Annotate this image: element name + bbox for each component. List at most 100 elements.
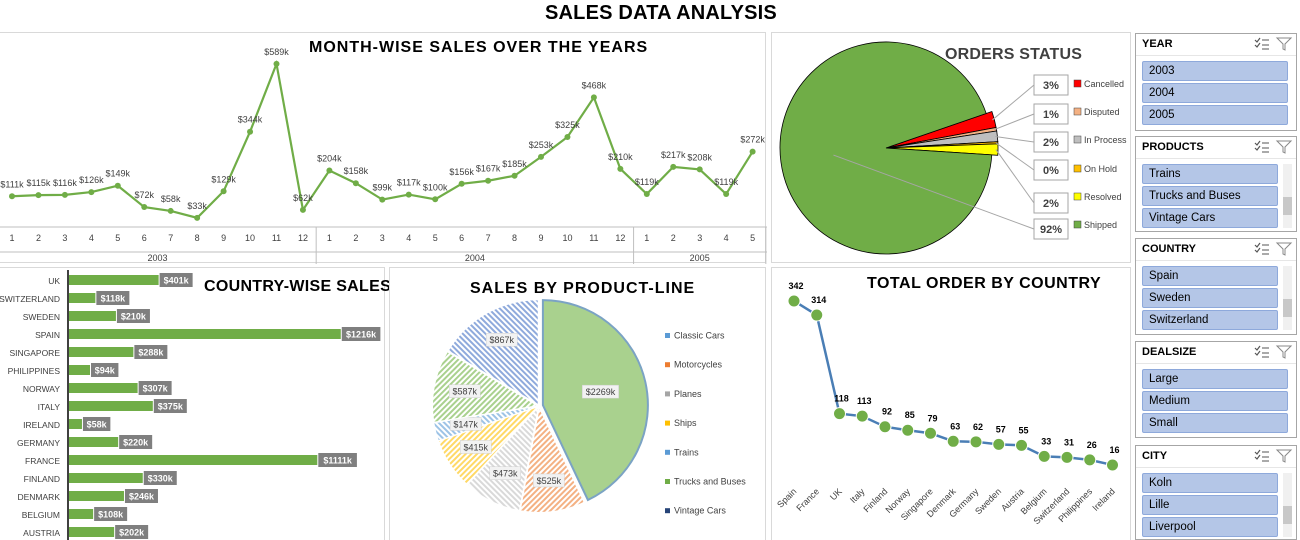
country-tick-label: SWITZERLAND: [0, 294, 60, 304]
clear-filter-icon[interactable]: [1275, 242, 1293, 256]
monthly-tick-label: 1: [327, 233, 332, 243]
multi-select-icon[interactable]: [1254, 140, 1270, 154]
multi-select-icon[interactable]: [1254, 242, 1270, 256]
monthly-sales-label: $210k: [608, 152, 633, 162]
monthly-sales-point: [273, 60, 280, 67]
orders-legend-swatch: [1073, 135, 1082, 144]
product-legend-swatch: [665, 333, 670, 338]
country-data-label: $220k: [123, 438, 149, 448]
country-bar: [69, 473, 143, 483]
country-tick-label: AUSTRIA: [23, 528, 60, 538]
slicer-item[interactable]: Liverpool: [1142, 517, 1278, 537]
slicer-item[interactable]: Vintage Cars: [1142, 208, 1278, 228]
slicer-item[interactable]: 2005: [1142, 105, 1288, 125]
product-legend-swatch: [665, 420, 670, 426]
country-bar: [69, 527, 115, 537]
slicer-item[interactable]: Large: [1142, 369, 1288, 389]
country-tick-label: FRANCE: [25, 456, 60, 466]
monthly-tick-label: 10: [245, 233, 255, 243]
orders-legend-swatch: [1073, 107, 1082, 116]
slicer-scroll-thumb[interactable]: [1283, 197, 1292, 215]
product-slice-label: $415k: [464, 442, 489, 452]
orders-country-point: [1037, 449, 1051, 463]
orders-leader-line: [995, 136, 1035, 143]
orders-leader-line: [995, 149, 1035, 204]
monthly-tick-label: 12: [298, 233, 308, 243]
country-data-label: $202k: [119, 528, 145, 538]
slicer-item[interactable]: 2004: [1142, 83, 1288, 103]
monthly-sales-point: [590, 94, 597, 101]
orders-legend-swatch: [1073, 220, 1082, 229]
monthly-sales-point: [485, 177, 492, 184]
monthly-sales-point: [458, 180, 465, 187]
monthly-tick-label: 11: [272, 233, 281, 243]
slicer-item[interactable]: Switzerland: [1142, 310, 1278, 330]
monthly-sales-label: $468k: [582, 80, 607, 90]
orders-country-data-label: 113: [857, 396, 872, 406]
slicer-scrollbar[interactable]: [1283, 164, 1292, 228]
monthly-year-label: 2003: [147, 253, 167, 263]
monthly-sales-label: $208k: [687, 152, 712, 162]
slicer-city: CITY Koln Lille Liverpool: [1135, 445, 1297, 540]
monthly-sales-label: $272k: [740, 135, 765, 145]
clear-filter-icon[interactable]: [1275, 140, 1293, 154]
monthly-tick-label: 10: [562, 233, 572, 243]
slicer-header: PRODUCTS: [1136, 137, 1296, 159]
clear-filter-icon[interactable]: [1275, 37, 1293, 51]
orders-country-point: [924, 426, 937, 440]
country-data-label: $246k: [129, 492, 155, 502]
slicer-item[interactable]: Sweden: [1142, 288, 1278, 308]
monthly-sales-label: $117k: [397, 178, 421, 188]
multi-select-icon[interactable]: [1254, 449, 1270, 463]
monthly-tick-label: 7: [486, 233, 491, 243]
slicer-title: COUNTRY: [1142, 243, 1196, 255]
clear-filter-icon[interactable]: [1275, 345, 1293, 359]
slicer-year: YEAR 2003 2004 2005: [1135, 33, 1297, 131]
slicer-item[interactable]: Medium: [1142, 391, 1288, 411]
country-tick-label: SWEDEN: [23, 312, 60, 322]
orders-country-point: [946, 434, 960, 448]
monthly-tick-label: 3: [380, 233, 385, 243]
orders-leader-line: [992, 84, 1035, 121]
monthly-tick-label: 9: [221, 233, 226, 243]
multi-select-icon[interactable]: [1254, 37, 1270, 51]
product-legend-label: Ships: [674, 418, 697, 428]
orders-legend-swatch: [1073, 164, 1082, 173]
slicer-title: YEAR: [1142, 38, 1173, 50]
slicer-item[interactable]: Koln: [1142, 473, 1278, 493]
slicer-toolbar: [1254, 449, 1293, 463]
product-legend-swatch: [665, 449, 670, 455]
slicer-header: COUNTRY: [1136, 239, 1296, 261]
orders-country-data-label: 63: [950, 421, 960, 431]
orders-country-point: [1106, 458, 1119, 472]
country-sales-chart: UK $401k SWITZERLAND $118k SWEDEN $210k SPAIN $…: [0, 270, 381, 540]
multi-select-icon[interactable]: [1254, 345, 1270, 359]
clear-filter-icon[interactable]: [1275, 449, 1293, 463]
slicer-item[interactable]: Trains: [1142, 164, 1278, 184]
orders-country-data-label: 57: [996, 424, 1006, 434]
slicer-scroll-thumb[interactable]: [1283, 299, 1292, 317]
orders-country-data-label: 26: [1087, 440, 1097, 450]
monthly-sales-point: [194, 214, 201, 221]
product-slice-label: $587k: [453, 387, 478, 397]
orders-country-point: [810, 308, 824, 322]
slicer-item[interactable]: Spain: [1142, 266, 1278, 286]
orders-legend-swatch: [1073, 79, 1082, 88]
slicer-item[interactable]: 2003: [1142, 61, 1288, 81]
slicer-item[interactable]: Lille: [1142, 495, 1278, 515]
monthly-sales-label: $119k: [714, 177, 738, 187]
country-bar: [69, 365, 91, 375]
monthly-sales-point: [352, 180, 359, 187]
orders-legend-label: Resolved: [1084, 192, 1122, 202]
slicer-scrollbar[interactable]: [1283, 473, 1292, 537]
slicer-item[interactable]: Small: [1142, 413, 1288, 433]
country-tick-label: PHILIPPINES: [8, 366, 61, 376]
slicer-scroll-thumb[interactable]: [1283, 506, 1292, 524]
monthly-sales-label: $111k: [0, 179, 24, 189]
slicer-scrollbar[interactable]: [1283, 266, 1292, 330]
country-bar: [69, 347, 134, 357]
monthly-sales-label: $204k: [317, 153, 342, 163]
slicer-title: CITY: [1142, 450, 1168, 462]
monthly-sales-point: [88, 189, 95, 196]
slicer-item[interactable]: Trucks and Buses: [1142, 186, 1278, 206]
